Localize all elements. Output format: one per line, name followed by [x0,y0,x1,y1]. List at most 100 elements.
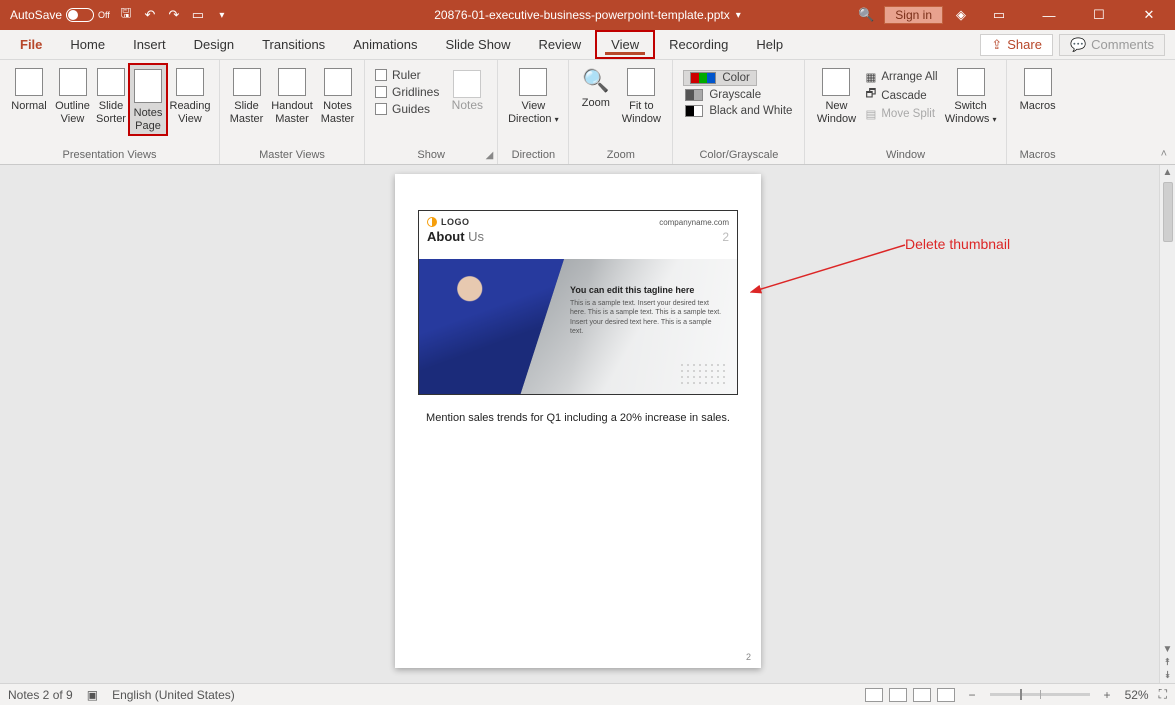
search-icon[interactable]: 🔍 [858,7,874,23]
tab-help[interactable]: Help [742,30,797,59]
reading-view-button[interactable]: ReadingView [167,64,213,135]
comments-button[interactable]: 💬 Comments [1059,34,1165,56]
ribbon-display-icon[interactable]: ▭ [979,0,1019,30]
fit-to-window-button[interactable]: Fit toWindow [616,64,666,127]
cascade-button[interactable]: 🗗Cascade [865,86,937,105]
outline-view-button[interactable]: OutlineView [52,64,93,135]
status-language[interactable]: English (United States) [112,688,235,702]
zoom-out-button[interactable]: − [965,688,980,702]
new-window-icon [822,68,850,96]
outline-l1: Outline [55,100,90,112]
signin-button[interactable]: Sign in [884,6,943,24]
black-and-white-button[interactable]: Black and White [683,104,794,118]
status-notes-indicator[interactable]: Notes 2 of 9 [8,688,73,702]
normal-view-button[interactable]: Normal [6,64,52,135]
document-title: 20876-01-executive-business-powerpoint-t… [434,8,730,22]
start-from-beginning-icon[interactable]: ▭ [190,7,206,23]
sm-l1: Slide [234,100,258,112]
tab-recording[interactable]: Recording [655,30,742,59]
undo-icon[interactable]: ↶ [142,7,158,23]
vertical-scrollbar[interactable]: ▲ ▼ ⯭ ⯯ [1159,165,1175,683]
switch-windows-icon [957,68,985,96]
gridlines-label: Gridlines [392,85,439,99]
tab-slideshow[interactable]: Slide Show [432,30,525,59]
zoom-in-button[interactable]: + [1100,688,1115,702]
grayscale-button[interactable]: Grayscale [683,88,794,102]
zoom-level[interactable]: 52% [1125,688,1149,702]
movesplit-label: Move Split [881,108,935,120]
scroll-thumb[interactable] [1163,182,1173,242]
slide-sorter-button[interactable]: SlideSorter [93,64,129,135]
new-window-button[interactable]: NewWindow [811,64,861,127]
notes-label: Notes [452,98,483,112]
tab-animations[interactable]: Animations [339,30,431,59]
dropdown-icon: ▾ [992,115,996,124]
scroll-up-icon[interactable]: ▲ [1163,167,1173,178]
switch-windows-button[interactable]: SwitchWindows ▾ [942,64,1000,127]
view-direction-button[interactable]: ViewDirection ▾ [504,64,562,127]
group-label-color-grayscale: Color/Grayscale [679,147,798,164]
accessibility-icon[interactable]: ▣ [87,688,98,702]
group-zoom: 🔍 Zoom Fit toWindow Zoom [569,60,673,164]
checkbox-icon [375,69,387,81]
coming-soon-icon[interactable]: ◈ [953,7,969,23]
logo-icon [427,217,437,227]
title-dropdown-icon[interactable]: ▾ [736,10,741,21]
slide-thumbnail[interactable]: LOGO companyname.com About Us 2 You can … [418,210,738,395]
bw-swatch-icon [685,105,703,117]
slide-master-button[interactable]: SlideMaster [226,64,267,127]
guides-checkbox[interactable]: Guides [375,102,439,116]
notes-body-text[interactable]: Mention sales trends for Q1 including a … [395,412,761,424]
comment-icon: 💬 [1070,37,1086,53]
zoom-icon: 🔍 [582,68,609,93]
fit-to-window-status-icon[interactable]: ⛶ [1159,687,1167,702]
notes-page-button[interactable]: NotesPage [129,64,167,135]
save-icon[interactable]: 🖫 [118,7,134,23]
arrange-all-button[interactable]: ▦Arrange All [865,70,937,84]
macros-button[interactable]: Macros [1013,64,1063,115]
tab-review[interactable]: Review [525,30,596,59]
next-slide-icon[interactable]: ⯯ [1165,670,1171,681]
outline-view-icon [59,68,87,96]
slideshow-status-icon[interactable] [937,688,955,702]
slide-sorter-status-icon[interactable] [889,688,907,702]
workspace[interactable]: LOGO companyname.com About Us 2 You can … [0,165,1159,683]
cascade-icon: 🗗 [865,86,876,105]
tab-insert[interactable]: Insert [119,30,180,59]
tab-transitions[interactable]: Transitions [248,30,339,59]
collapse-ribbon-icon[interactable]: ˄ [1161,148,1167,160]
tagline-title: You can edit this tagline here [570,285,725,295]
ruler-label: Ruler [392,68,421,82]
zoom-slider[interactable] [990,693,1090,696]
tab-home[interactable]: Home [56,30,119,59]
nm-l1: Notes [323,100,352,112]
notes-master-button[interactable]: NotesMaster [317,64,358,127]
reading-l1: Reading [170,100,211,112]
show-dialog-launcher-icon[interactable]: ◢ [486,150,494,161]
qat-more-icon[interactable]: ▾ [214,7,230,23]
ruler-checkbox[interactable]: Ruler [375,68,439,82]
autosave-toggle[interactable]: AutoSave Off [10,8,110,22]
redo-icon[interactable]: ↷ [166,7,182,23]
share-button[interactable]: ⇪ Share [980,34,1053,56]
gridlines-checkbox[interactable]: Gridlines [375,85,439,99]
prev-slide-icon[interactable]: ⯭ [1165,657,1171,668]
handout-master-button[interactable]: HandoutMaster [267,64,317,127]
close-button[interactable]: ✕ [1129,0,1169,30]
color-button[interactable]: Color [683,70,756,86]
sm-l2: Master [230,113,264,125]
hm-l1: Handout [271,100,313,112]
tab-design[interactable]: Design [180,30,248,59]
tab-view[interactable]: View [595,30,655,59]
normal-view-label: Normal [11,100,46,113]
normal-view-status-icon[interactable] [865,688,883,702]
zoom-button[interactable]: 🔍 Zoom [575,64,616,127]
notes-page[interactable]: LOGO companyname.com About Us 2 You can … [395,174,761,668]
tab-file[interactable]: File [6,30,56,59]
view-direction-icon [519,68,547,96]
maximize-button[interactable]: ☐ [1079,0,1119,30]
reading-view-status-icon[interactable] [913,688,931,702]
scroll-down-icon[interactable]: ▼ [1163,644,1173,655]
group-label-window: Window [811,147,999,164]
minimize-button[interactable]: ― [1029,0,1069,30]
